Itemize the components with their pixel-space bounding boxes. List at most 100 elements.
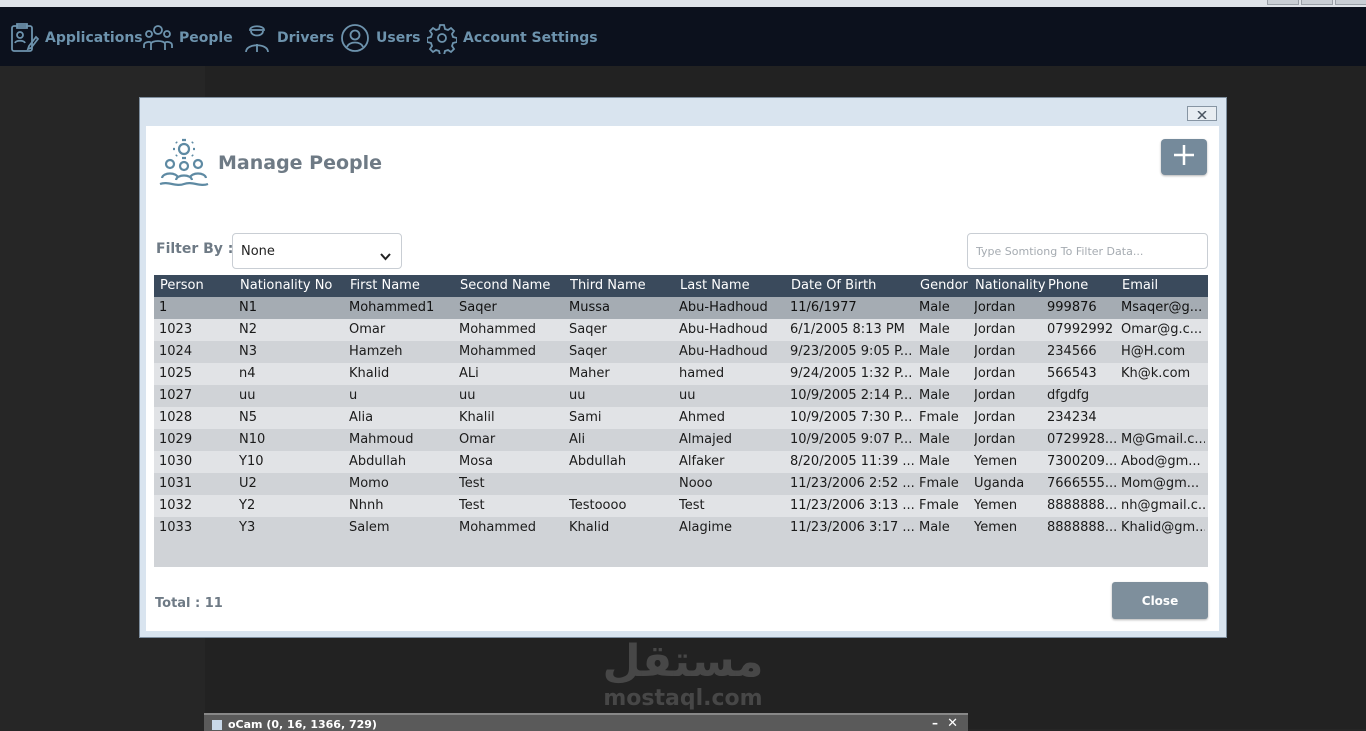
table-row[interactable]: 1025 n4 Khalid ALi Maher hamed 9/24/2005 1:32 …: [154, 363, 1208, 385]
table-cell: Mohammed1: [349, 300, 435, 315]
column-header[interactable]: Date Of Birth: [791, 275, 916, 297]
column-header[interactable]: Phone: [1048, 275, 1120, 297]
window-maximize-button[interactable]: [1301, 0, 1333, 5]
nav-label: Account Settings: [463, 30, 598, 46]
table-row[interactable]: 1024 N3 Hamzeh Mohammed Saqer Abu-Hadhoud 9/23…: [154, 341, 1208, 363]
table-cell: Male: [919, 432, 950, 447]
table-cell: Maher: [569, 366, 610, 381]
dialog-close-button[interactable]: [1187, 106, 1217, 121]
table-cell: Salem: [349, 520, 390, 535]
table-cell: Abu-Hadhoud: [679, 344, 768, 359]
table-cell: Abu-Hadhoud: [679, 300, 768, 315]
table-cell: 999876: [1047, 300, 1097, 315]
nav-item-people[interactable]: People: [143, 21, 233, 55]
table-cell: Khalil: [459, 410, 495, 425]
column-header[interactable]: Nationality: [975, 275, 1047, 297]
table-cell: Hamzeh: [349, 344, 403, 359]
column-header[interactable]: Gendor: [920, 275, 974, 297]
table-cell: Alfaker: [679, 454, 725, 469]
table-cell: 1032: [159, 498, 193, 513]
table-cell: Abdullah: [569, 454, 627, 469]
table-cell: Mahmoud: [349, 432, 414, 447]
table-cell: Almajed: [679, 432, 732, 447]
close-button[interactable]: Close: [1112, 582, 1208, 619]
table-cell: Y2: [239, 498, 256, 513]
filter-label: Filter By :: [156, 241, 234, 257]
table-cell: 8888888...: [1047, 520, 1118, 535]
column-header[interactable]: Nationality No: [240, 275, 348, 297]
table-cell: 8888888...: [1047, 498, 1118, 513]
window-close-button[interactable]: [1335, 0, 1366, 5]
applications-icon: [9, 22, 39, 54]
window-minimize-button[interactable]: [1267, 0, 1299, 5]
table-cell: N5: [239, 410, 257, 425]
table-cell: Saqer: [459, 300, 497, 315]
column-header[interactable]: Person: [160, 275, 238, 297]
table-cell: Khalid: [349, 366, 390, 381]
table-cell: 11/23/2006 3:17 ...: [790, 520, 915, 535]
total-count: Total : 11: [155, 596, 223, 611]
table-cell: 234566: [1047, 344, 1097, 359]
filter-by-select[interactable]: None: [232, 233, 402, 269]
table-cell: 566543: [1047, 366, 1097, 381]
table-row[interactable]: 1028 N5 Alia Khalil Sami Ahmed 10/9/2005 7:30 …: [154, 407, 1208, 429]
table-row[interactable]: 1 N1 Mohammed1 Saqer Mussa Abu-Hadhoud 11/6/19…: [154, 297, 1208, 319]
table-cell: H@H.com: [1121, 344, 1186, 359]
table-row[interactable]: 1030 Y10 Abdullah Mosa Abdullah Alfaker 8/20/2…: [154, 451, 1208, 473]
nav-label: Drivers: [277, 30, 335, 46]
table-cell: N1: [239, 300, 257, 315]
column-header[interactable]: Last Name: [680, 275, 788, 297]
ocam-minimize-button[interactable]: –: [932, 716, 938, 730]
nav-item-drivers[interactable]: Drivers: [243, 21, 334, 55]
manage-people-icon: [158, 138, 210, 192]
column-header[interactable]: First Name: [350, 275, 458, 297]
table-cell: Omar: [459, 432, 496, 447]
filter-search-input[interactable]: [967, 233, 1208, 269]
table-cell: uu: [569, 388, 586, 403]
table-cell: 9/23/2005 9:05 P...: [790, 344, 913, 359]
table-cell: dfgdfg: [1047, 388, 1090, 403]
nav-item-applications[interactable]: Applications: [9, 21, 143, 55]
table-cell: Abdullah: [349, 454, 407, 469]
table-cell: Omar@g.c...: [1121, 322, 1203, 337]
table-cell: Momo: [349, 476, 389, 491]
table-cell: Mussa: [569, 300, 610, 315]
table-row[interactable]: 1031 U2 Momo Test Nooo 11/23/2006 2:52 ... Fma…: [154, 473, 1208, 495]
table-cell: 1029: [159, 432, 193, 447]
table-cell: Saqer: [569, 344, 607, 359]
table-header: Person Nationality No First Name Second Nam…: [154, 275, 1208, 297]
column-header[interactable]: Email: [1122, 275, 1206, 297]
nav-item-account-settings[interactable]: Account Settings: [427, 21, 598, 55]
column-header[interactable]: Second Name: [460, 275, 568, 297]
table-cell: uu: [459, 388, 476, 403]
table-row[interactable]: 1023 N2 Omar Mohammed Saqer Abu-Hadhoud 6/1/20…: [154, 319, 1208, 341]
table-cell: 1033: [159, 520, 193, 535]
chevron-down-icon: [380, 246, 391, 265]
watermark-arabic: مستقل: [602, 636, 764, 687]
nav-item-users[interactable]: Users: [340, 21, 420, 55]
add-person-button[interactable]: [1161, 139, 1207, 175]
table-cell: 1027: [159, 388, 193, 403]
table-row[interactable]: 1027 uu u uu uu uu 10/9/2005 2:14 P... Male Jord…: [154, 385, 1208, 407]
table-cell: 0729928...: [1047, 432, 1118, 447]
table-cell: Nhnh: [349, 498, 384, 513]
driver-icon: [243, 22, 271, 54]
nav-label: Applications: [45, 30, 143, 46]
table-cell: Male: [919, 300, 950, 315]
table-cell: Msaqer@g...: [1121, 300, 1203, 315]
table-cell: 7300209...: [1047, 454, 1118, 469]
table-row[interactable]: 1033 Y3 Salem Mohammed Khalid Alagime 11/23/20…: [154, 517, 1208, 539]
table-cell: Abod@gm...: [1121, 454, 1201, 469]
table-cell: ALi: [459, 366, 479, 381]
table-cell: Jordan: [974, 344, 1016, 359]
table-cell: U2: [239, 476, 257, 491]
ocam-title: oCam (0, 16, 1366, 729): [228, 718, 377, 731]
table-cell: Testoooo: [569, 498, 627, 513]
table-cell: Yemen: [974, 520, 1018, 535]
table-row[interactable]: 1029 N10 Mahmoud Omar Ali Almajed 10/9/2005 9:…: [154, 429, 1208, 451]
table-cell: [1121, 385, 1205, 407]
nav-label: Users: [376, 30, 421, 46]
column-header[interactable]: Third Name: [570, 275, 678, 297]
table-row[interactable]: 1032 Y2 Nhnh Test Testoooo Test 11/23/2006 3:1…: [154, 495, 1208, 517]
top-nav-bar: Applications People Drivers Users Accoun…: [0, 7, 1366, 66]
